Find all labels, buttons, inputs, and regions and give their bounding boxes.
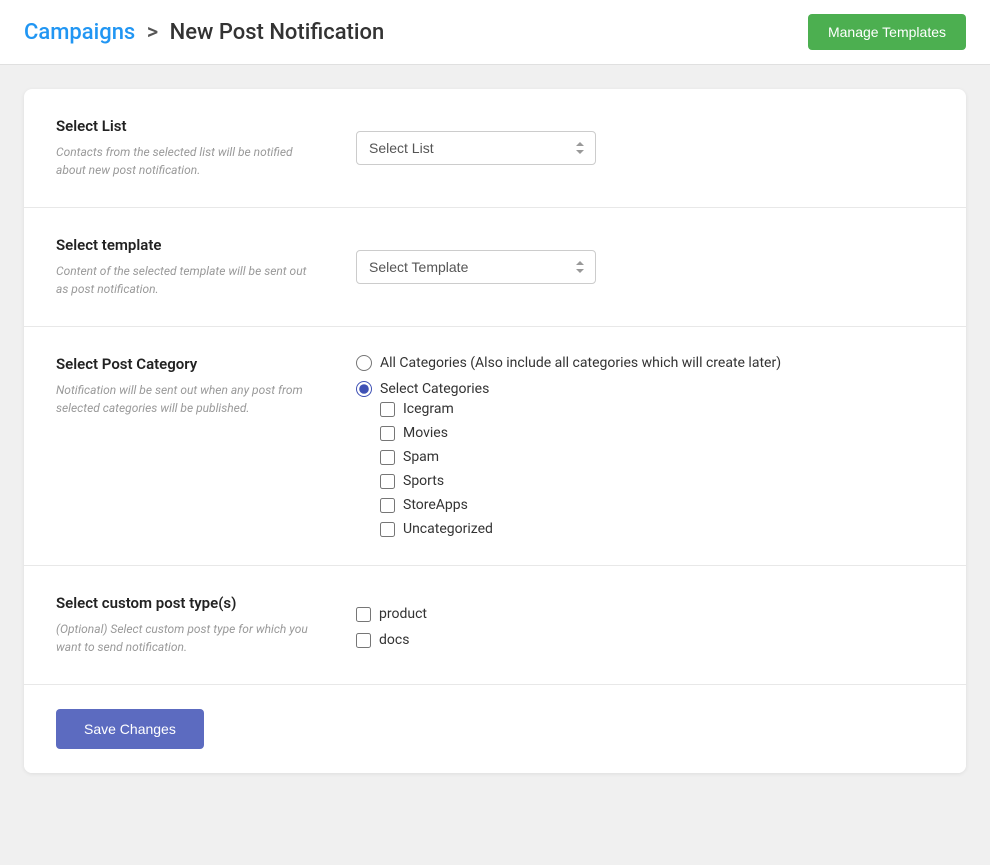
movies-label: Movies <box>403 425 448 441</box>
select-categories-label: Select Categories <box>380 381 489 397</box>
select-list-label-col: Select List Contacts from the selected l… <box>56 117 316 179</box>
select-template-dropdown[interactable]: Select Template <box>356 250 596 284</box>
campaigns-link[interactable]: Campaigns <box>24 20 135 45</box>
page-title: New Post Notification <box>170 20 385 45</box>
post-type-checkbox-group: product docs <box>356 606 934 648</box>
product-label: product <box>379 606 427 622</box>
select-template-desc: Content of the selected template will be… <box>56 262 316 298</box>
select-template-label-col: Select template Content of the selected … <box>56 236 316 298</box>
select-list-control: Select List <box>356 117 934 179</box>
spam-checkbox[interactable] <box>380 450 395 465</box>
spam-label: Spam <box>403 449 439 465</box>
select-template-section: Select template Content of the selected … <box>24 208 966 327</box>
select-post-type-control: product docs <box>356 594 934 656</box>
select-list-dropdown[interactable]: Select List <box>356 131 596 165</box>
select-categories-radio[interactable] <box>356 381 372 397</box>
category-icegram[interactable]: Icegram <box>380 401 934 417</box>
select-categories-option[interactable]: Select Categories <box>356 381 934 397</box>
category-spam[interactable]: Spam <box>380 449 934 465</box>
storeapps-checkbox[interactable] <box>380 498 395 513</box>
storeapps-label: StoreApps <box>403 497 468 513</box>
categories-checkbox-group: Icegram Movies Spam Sports <box>380 401 934 537</box>
sports-checkbox[interactable] <box>380 474 395 489</box>
select-category-section: Select Post Category Notification will b… <box>24 327 966 566</box>
manage-templates-button[interactable]: Manage Templates <box>808 14 966 50</box>
breadcrumb: Campaigns > New Post Notification <box>24 20 384 45</box>
select-template-control: Select Template <box>356 236 934 298</box>
save-changes-button[interactable]: Save Changes <box>56 709 204 749</box>
breadcrumb-separator: > <box>147 20 158 45</box>
form-footer: Save Changes <box>24 685 966 773</box>
docs-label: docs <box>379 632 409 648</box>
post-type-product[interactable]: product <box>356 606 934 622</box>
category-storeapps[interactable]: StoreApps <box>380 497 934 513</box>
uncategorized-checkbox[interactable] <box>380 522 395 537</box>
all-categories-option[interactable]: All Categories (Also include all categor… <box>356 355 934 371</box>
select-list-section: Select List Contacts from the selected l… <box>24 89 966 208</box>
select-template-title: Select template <box>56 236 316 254</box>
category-radio-group: All Categories (Also include all categor… <box>356 355 934 397</box>
page-header: Campaigns > New Post Notification Manage… <box>0 0 990 65</box>
select-post-type-section: Select custom post type(s) (Optional) Se… <box>24 566 966 685</box>
select-list-desc: Contacts from the selected list will be … <box>56 143 316 179</box>
uncategorized-label: Uncategorized <box>403 521 493 537</box>
product-checkbox[interactable] <box>356 607 371 622</box>
category-uncategorized[interactable]: Uncategorized <box>380 521 934 537</box>
movies-checkbox[interactable] <box>380 426 395 441</box>
select-category-title: Select Post Category <box>56 355 316 373</box>
sports-label: Sports <box>403 473 444 489</box>
all-categories-label: All Categories (Also include all categor… <box>380 355 781 371</box>
select-list-title: Select List <box>56 117 316 135</box>
select-category-control: All Categories (Also include all categor… <box>356 355 934 537</box>
icegram-label: Icegram <box>403 401 454 417</box>
select-category-desc: Notification will be sent out when any p… <box>56 381 316 417</box>
select-post-type-title: Select custom post type(s) <box>56 594 316 612</box>
icegram-checkbox[interactable] <box>380 402 395 417</box>
form-card: Select List Contacts from the selected l… <box>24 89 966 773</box>
post-type-docs[interactable]: docs <box>356 632 934 648</box>
category-sports[interactable]: Sports <box>380 473 934 489</box>
select-post-type-label-col: Select custom post type(s) (Optional) Se… <box>56 594 316 656</box>
select-category-label-col: Select Post Category Notification will b… <box>56 355 316 537</box>
all-categories-radio[interactable] <box>356 355 372 371</box>
select-post-type-desc: (Optional) Select custom post type for w… <box>56 620 316 656</box>
category-movies[interactable]: Movies <box>380 425 934 441</box>
docs-checkbox[interactable] <box>356 633 371 648</box>
main-content: Select List Contacts from the selected l… <box>0 65 990 797</box>
